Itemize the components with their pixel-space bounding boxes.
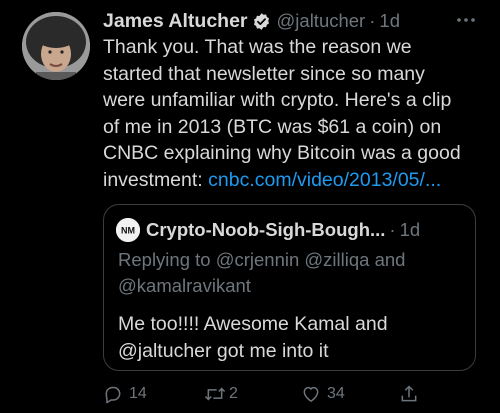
author-name[interactable]: James Altucher <box>103 10 248 33</box>
svg-text:NM: NM <box>121 226 135 236</box>
tweet-text: Thank you. That was the reason we starte… <box>103 34 488 193</box>
tweet-text-line: investment: cnbc.com/video/2013/05/... <box>103 167 488 194</box>
reply-button[interactable]: 14 <box>103 382 147 406</box>
verified-badge-icon <box>252 12 271 31</box>
like-count: 34 <box>327 385 345 402</box>
replying-to-line: Replying to @crjennin @zilliqa and <box>118 249 406 270</box>
tweet-link[interactable]: cnbc.com/video/2013/05/... <box>208 169 441 191</box>
retweet-count: 2 <box>229 385 238 402</box>
tweet-text-line: started that newsletter since so many <box>103 62 425 85</box>
quoted-text-line: Me too!!!! Awesome Kamal and <box>118 313 388 335</box>
author-handle[interactable]: @jaltucher <box>277 10 366 32</box>
reply-count: 14 <box>129 385 147 402</box>
tweet-text-line: CNBC explaining why Bitcoin was a good <box>103 142 461 164</box>
share-icon <box>401 385 417 402</box>
quoted-text: Me too!!!! Awesome Kamal and @jaltucher … <box>118 311 463 365</box>
quoted-author-name: Crypto-Noob-Sigh-Bough... <box>146 219 386 240</box>
quoted-tweet[interactable]: NM Crypto-Noob-Sigh-Bough... · 1d Replyi… <box>103 204 476 371</box>
quoted-avatar-image: NM <box>116 218 140 242</box>
tweet-text-line: were unfamiliar with crypto. Here's a cl… <box>103 89 452 111</box>
replying-to-line: @kamalravikant <box>118 275 251 296</box>
tweet-text-line: Thank you. That was the reason we <box>103 36 412 58</box>
more-icon <box>457 18 475 22</box>
tweet-text-line: of me in 2013 (BTC was $61 a coin) on <box>103 115 442 138</box>
quoted-avatar: NM <box>116 218 140 242</box>
quoted-tweet-header: NM Crypto-Noob-Sigh-Bough... · 1d <box>116 218 466 242</box>
tweet-time[interactable]: 1d <box>379 10 400 32</box>
separator-dot: · <box>389 219 396 240</box>
retweet-button[interactable]: 2 <box>203 382 238 406</box>
avatar-image <box>22 12 90 80</box>
more-options-button[interactable] <box>452 10 480 30</box>
heart-icon <box>303 386 319 402</box>
tweet-actions: 14 2 34 <box>103 382 433 406</box>
retweet-icon <box>204 387 226 401</box>
reply-icon <box>105 386 121 404</box>
quoted-time: 1d <box>399 219 421 240</box>
tweet-header: James Altucher @jaltucher · 1d <box>103 8 488 34</box>
tweet-text-prefix: investment: <box>103 168 209 191</box>
avatar[interactable] <box>22 12 90 80</box>
tweet[interactable]: James Altucher @jaltucher · 1d Thank you… <box>0 0 500 413</box>
share-button[interactable] <box>399 382 419 406</box>
separator-dot: · <box>369 10 376 31</box>
quoted-text-line: @jaltucher got me into it <box>118 340 329 362</box>
quoted-replying-to: Replying to @crjennin @zilliqa and @kama… <box>118 247 463 299</box>
like-button[interactable]: 34 <box>301 382 345 406</box>
